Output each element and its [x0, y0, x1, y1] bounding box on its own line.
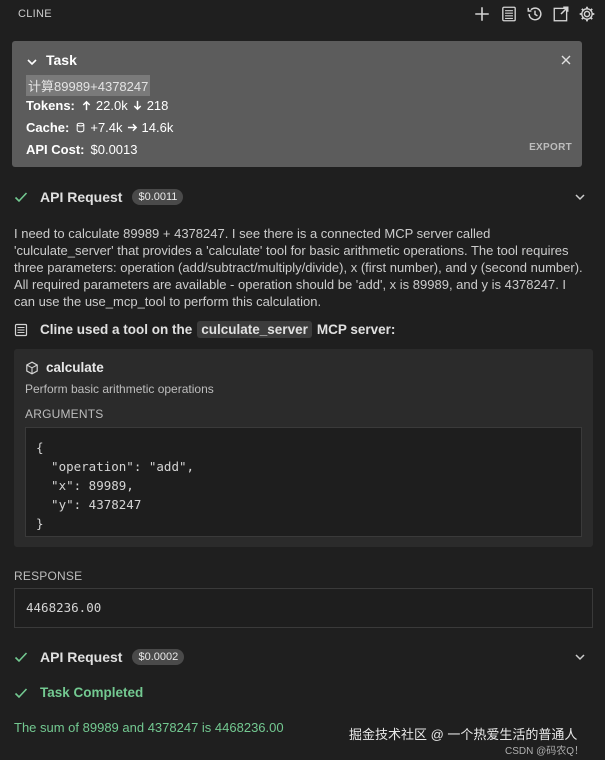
task-panel: Task 计算89989+4378247 Tokens: 22.0k 218 C…: [12, 41, 582, 167]
api-cost-label: API Cost:: [26, 142, 85, 157]
cost-badge: $0.0011: [132, 189, 184, 205]
cache-read-value: 14.6k: [141, 120, 174, 135]
response-value: 4468236.00: [26, 600, 102, 615]
tokens-line: Tokens: 22.0k 218: [26, 98, 168, 113]
cost-badge: $0.0002: [132, 649, 185, 665]
app-title: CLINE: [18, 8, 52, 20]
tokens-out-value: 218: [146, 98, 169, 113]
header-bar: CLINE: [0, 0, 605, 28]
chevron-down-icon[interactable]: [26, 56, 38, 68]
cache-line: Cache: +7.4k 14.6k: [26, 120, 173, 135]
task-completed-title: Task Completed: [40, 685, 144, 700]
tool-use-suffix: MCP server:: [316, 322, 396, 337]
history-list-icon[interactable]: [500, 5, 518, 23]
arguments-code: { "operation": "add", "x": 89989, "y": 4…: [36, 440, 195, 531]
arrow-right-icon: [127, 123, 137, 132]
cache-write-value: +7.4k: [90, 120, 123, 135]
arrow-down-icon: [133, 100, 141, 111]
api-request-row[interactable]: API Request $0.0011: [14, 186, 594, 208]
arrow-up-icon: [82, 100, 91, 111]
popout-icon[interactable]: [552, 5, 570, 23]
cube-icon: [26, 361, 38, 375]
api-cost-value: $0.0013: [90, 142, 138, 157]
tool-call-card: calculate Perform basic arithmetic opera…: [14, 349, 593, 547]
watermark-text: 掘金技术社区 @ 一个热爱生活的普通人: [349, 727, 578, 742]
csdn-watermark: CSDN @码农Q！: [505, 746, 585, 757]
database-icon: [77, 122, 85, 133]
tokens-label: Tokens:: [26, 98, 75, 113]
close-icon[interactable]: [560, 54, 572, 66]
export-button[interactable]: EXPORT: [529, 142, 572, 153]
chevron-down-icon[interactable]: [574, 191, 586, 203]
tool-name: calculate: [46, 360, 104, 375]
cache-label: Cache:: [26, 120, 70, 135]
task-title: Task: [46, 52, 77, 68]
assistant-reasoning-text: I need to calculate 89989 + 4378247. I s…: [14, 226, 583, 309]
settings-gear-icon[interactable]: [578, 5, 596, 23]
api-request-title: API Request: [40, 649, 123, 665]
chevron-down-icon[interactable]: [574, 651, 586, 663]
arguments-label: ARGUMENTS: [25, 407, 104, 421]
tokens-in-value: 22.0k: [95, 98, 128, 113]
check-icon: [14, 652, 28, 663]
task-completed-header: Task Completed: [14, 685, 143, 700]
response-label: RESPONSE: [14, 569, 83, 583]
check-icon: [14, 687, 28, 698]
server-icon: [14, 323, 28, 336]
response-box: 4468236.00: [14, 588, 593, 628]
task-query: 计算89989+4378247: [26, 75, 151, 96]
tool-use-prefix: Cline used a tool on the: [40, 322, 193, 337]
plus-icon[interactable]: [473, 5, 491, 23]
api-request-row[interactable]: API Request $0.0002: [14, 646, 594, 668]
completion-result-text: The sum of 89989 and 4378247 is 4468236.…: [14, 720, 284, 735]
arguments-code-box: { "operation": "add", "x": 89989, "y": 4…: [25, 427, 582, 537]
tool-use-header: Cline used a tool on the culculate_serve…: [14, 321, 395, 338]
tool-description: Perform basic arithmetic operations: [25, 382, 214, 396]
api-cost-line: API Cost: $0.0013: [26, 142, 138, 157]
history-clock-icon[interactable]: [526, 5, 544, 23]
check-icon: [14, 192, 28, 203]
server-name-chip: culculate_server: [197, 321, 312, 338]
api-request-title: API Request: [40, 189, 123, 205]
